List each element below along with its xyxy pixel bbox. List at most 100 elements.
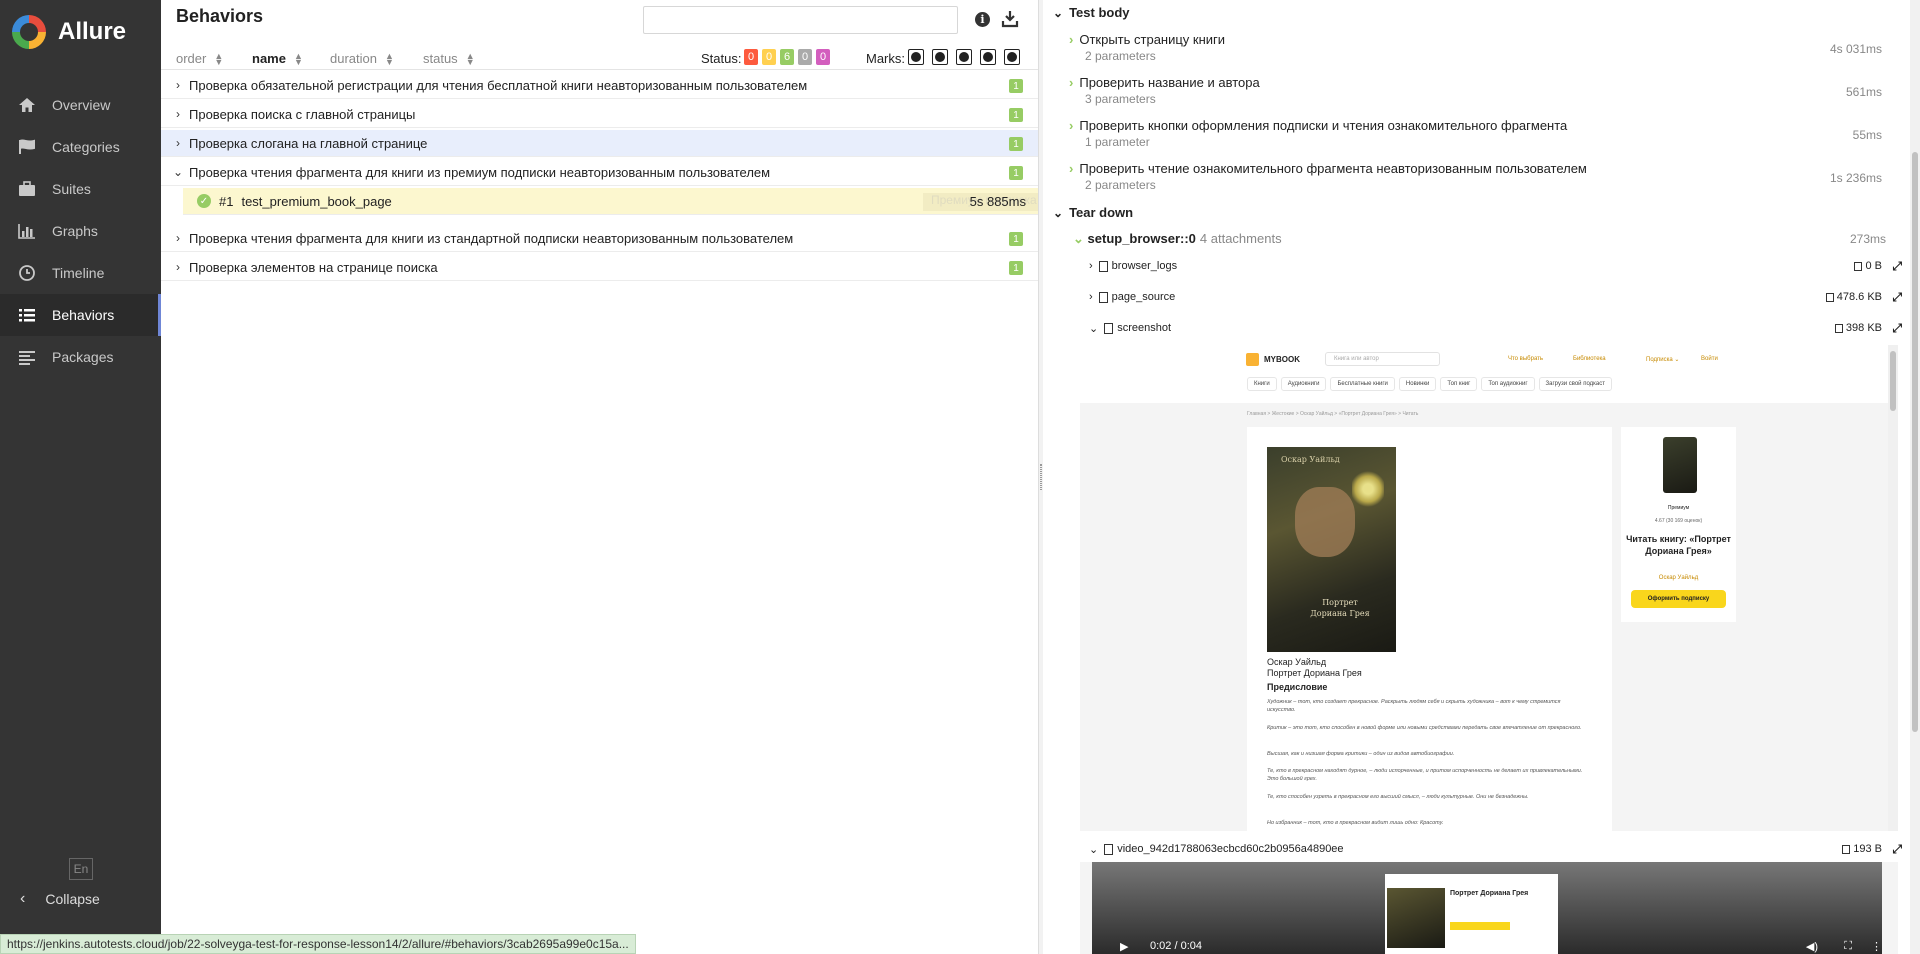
fullscreen-icon[interactable]: ⛶	[1844, 940, 1852, 953]
sort-duration[interactable]: duration ▲ ▼	[330, 51, 394, 66]
mark-retries-icon[interactable]	[1004, 49, 1020, 65]
status-passed-badge[interactable]: 6	[780, 49, 794, 65]
download-icon[interactable]	[1001, 10, 1019, 28]
behavior-group[interactable]: › Проверка чтения фрагмента для книги из…	[161, 225, 1038, 252]
test-step[interactable]: › Открыть страницу книги 2 parameters 4s …	[1069, 32, 1914, 63]
status-skipped-badge[interactable]: 0	[798, 49, 812, 65]
book-title: Портрет Дориана Грея	[1267, 668, 1362, 678]
attachment-name: video_942d1788063ecbcd60c2b0956a4890ee	[1117, 843, 1344, 855]
test-duration: 5s 885ms	[969, 194, 1026, 209]
details-scrollbar[interactable]	[1910, 0, 1920, 954]
test-case-row[interactable]: ✓ #1 test_premium_book_page Премиум подп…	[183, 188, 1043, 215]
group-name: Проверка обязательной регистрации для чт…	[189, 77, 808, 93]
more-options-icon[interactable]: ⋮	[1871, 940, 1882, 953]
group-name: Проверка элементов на странице поиска	[189, 259, 438, 275]
sort-status[interactable]: status ▲ ▼	[423, 51, 475, 66]
passed-check-icon: ✓	[197, 194, 211, 208]
sort-name[interactable]: name ▲ ▼	[252, 51, 303, 66]
briefcase-icon	[17, 180, 37, 198]
status-broken-badge[interactable]: 0	[762, 49, 776, 65]
step-name: Проверить название и автора	[1079, 75, 1260, 90]
chevron-right-icon: ›	[176, 136, 180, 150]
step-duration: 1s 236ms	[1829, 171, 1882, 185]
sidebar-item-label: Graphs	[52, 223, 98, 239]
behavior-group[interactable]: › Проверка поиска с главной страницы 1	[161, 101, 1038, 128]
status-filter-label: Status:	[701, 51, 742, 66]
status-unknown-badge[interactable]: 0	[816, 49, 830, 65]
passed-count-badge: 1	[1009, 166, 1023, 180]
scrollbar-thumb[interactable]	[1912, 152, 1918, 732]
mybook-tab: Топ книг	[1440, 377, 1478, 391]
sidebar-item-behaviors[interactable]: Behaviors	[0, 294, 161, 336]
file-icon	[1098, 260, 1108, 272]
sort-label: order	[176, 51, 207, 66]
sidebar-item-suites[interactable]: Suites	[0, 168, 161, 210]
passed-count-badge: 1	[1009, 261, 1023, 275]
mybook-tab: Загрузи свой подкаст	[1538, 377, 1612, 391]
attachment-row[interactable]: ⌄ video_942d1788063ecbcd60c2b0956a4890ee…	[1089, 839, 1912, 859]
sort-order[interactable]: order ▲ ▼	[176, 51, 223, 66]
save-icon[interactable]	[1854, 261, 1863, 271]
chevron-down-icon: ⌄	[1053, 5, 1064, 20]
volume-icon[interactable]: ◀)	[1806, 940, 1818, 953]
section-title: Test body	[1069, 5, 1130, 20]
test-step[interactable]: › Проверить кнопки оформления подписки и …	[1069, 118, 1914, 149]
fixture-row[interactable]: ⌄ setup_browser::0 4 attachments 273ms	[1073, 231, 1918, 247]
expand-icon[interactable]: ⤢	[1892, 321, 1902, 336]
attachment-name: browser_logs	[1111, 260, 1178, 272]
sort-arrows-icon: ▲ ▼	[214, 50, 224, 67]
sidebar-nav: Overview Categories Suites Graphs Timeli…	[0, 84, 161, 378]
mark-new-failed-icon[interactable]	[932, 49, 948, 65]
behavior-group[interactable]: › Проверка обязательной регистрации для …	[161, 72, 1038, 99]
group-name: Проверка чтения фрагмента для книги из с…	[189, 230, 794, 246]
attachment-row[interactable]: › page_source 478.6 KB ⤢	[1089, 287, 1912, 307]
language-switch[interactable]: En	[69, 858, 93, 880]
chevron-down-icon: ⌄	[1089, 843, 1099, 856]
status-failed-badge[interactable]: 0	[744, 49, 758, 65]
sort-arrows-icon: ▲ ▼	[465, 50, 475, 67]
tear-down-header[interactable]: ⌄ Tear down	[1053, 205, 1133, 220]
mybook-logo-text: MYBOOK	[1264, 355, 1300, 364]
test-body-header[interactable]: ⌄ Test body	[1053, 5, 1130, 20]
collapse-button[interactable]: ‹ Collapse	[20, 890, 100, 908]
behavior-group[interactable]: ⌄ Проверка чтения фрагмента для книги из…	[161, 159, 1038, 186]
save-icon[interactable]	[1825, 292, 1834, 302]
passed-count-badge: 1	[1009, 232, 1023, 246]
expand-icon[interactable]: ⤢	[1892, 259, 1902, 274]
expand-icon[interactable]: ⤢	[1892, 290, 1902, 305]
step-name: Проверить чтение ознакомительного фрагме…	[1079, 161, 1587, 176]
behavior-group[interactable]: › Проверка слогана на главной странице 1	[161, 130, 1038, 157]
scrollbar-thumb[interactable]	[1890, 351, 1896, 411]
sidebar-item-packages[interactable]: Packages	[0, 336, 161, 378]
play-icon[interactable]: ▶	[1120, 940, 1128, 953]
save-icon[interactable]	[1834, 323, 1843, 333]
test-step[interactable]: › Проверить название и автора 3 parameter…	[1069, 75, 1914, 106]
sidebar-item-overview[interactable]: Overview	[0, 84, 161, 126]
video-player[interactable]: Портрет Дориана Грея ▶ 0:02 / 0:04 ◀) ⛶ …	[1080, 862, 1898, 954]
fixture-name: setup_browser::0	[1087, 231, 1196, 246]
chevron-down-icon: ⌄	[1073, 231, 1084, 246]
screenshot-scrollbar[interactable]	[1888, 345, 1898, 831]
mark-flaky-icon[interactable]	[908, 49, 924, 65]
mark-new-passed-icon[interactable]	[956, 49, 972, 65]
sidebar-item-categories[interactable]: Categories	[0, 126, 161, 168]
chevron-right-icon: ›	[1069, 75, 1074, 90]
attachment-row[interactable]: › browser_logs 0 B ⤢	[1089, 256, 1912, 276]
mark-new-broken-icon[interactable]	[980, 49, 996, 65]
mybook-search: Книга или автор	[1325, 352, 1440, 366]
search-input[interactable]	[643, 6, 958, 34]
step-name: Открыть страницу книги	[1079, 32, 1226, 47]
brand[interactable]: Allure	[0, 0, 161, 64]
sidebar-item-timeline[interactable]: Timeline	[0, 252, 161, 294]
mybook-nav-item: Подписка ⌄	[1646, 357, 1680, 363]
sidebar-item-label: Categories	[52, 139, 120, 155]
save-icon[interactable]	[1842, 844, 1851, 854]
sidebar-item-graphs[interactable]: Graphs	[0, 210, 161, 252]
chevron-right-icon: ›	[1089, 291, 1093, 303]
expand-icon[interactable]: ⤢	[1892, 842, 1902, 857]
info-icon[interactable]: i	[975, 12, 990, 27]
attachment-row[interactable]: ⌄ screenshot 398 KB ⤢	[1089, 318, 1912, 338]
behavior-group[interactable]: › Проверка элементов на странице поиска …	[161, 254, 1038, 281]
sort-label: name	[252, 51, 286, 66]
test-step[interactable]: › Проверить чтение ознакомительного фрагм…	[1069, 161, 1914, 192]
